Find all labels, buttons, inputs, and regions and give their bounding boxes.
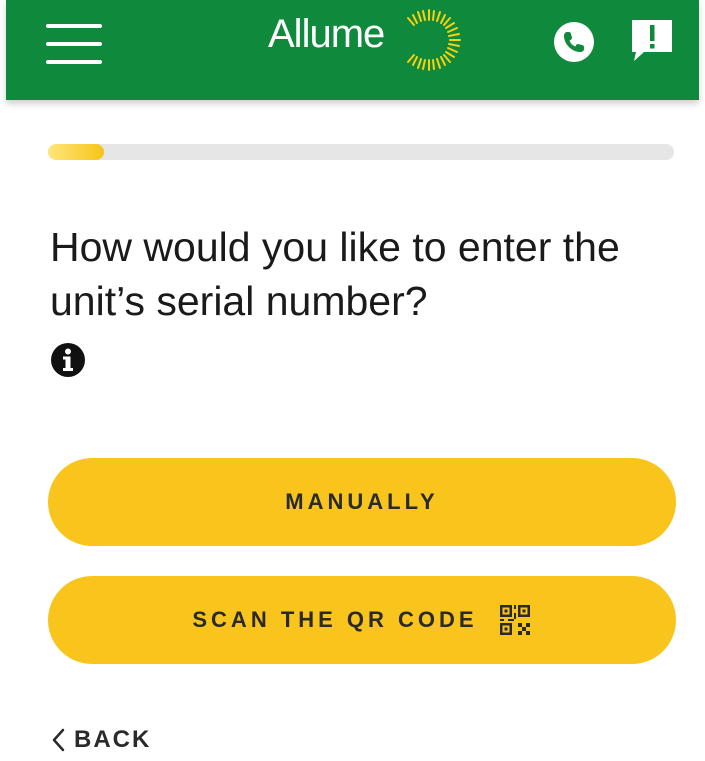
- scan-qr-button[interactable]: SCAN THE QR CODE: [48, 576, 676, 664]
- scan-qr-label: SCAN THE QR CODE: [192, 607, 478, 632]
- progress-fill: [48, 144, 105, 160]
- logo-text: Allume: [268, 12, 385, 56]
- logo: Allume: [268, 4, 468, 74]
- back-link[interactable]: BACK: [50, 726, 151, 754]
- manual-entry-label: MANUALLY: [285, 489, 439, 514]
- sun-icon: [407, 9, 461, 71]
- app-header: Allume: [6, 0, 699, 100]
- question-heading: How would you like to enter the unit’s s…: [50, 224, 620, 324]
- manual-entry-button[interactable]: MANUALLY: [48, 458, 676, 546]
- back-label: BACK: [74, 726, 152, 753]
- page: Allume How would you like to enter the u…: [0, 0, 705, 761]
- progress-bar: [48, 144, 674, 160]
- info-button[interactable]: [50, 342, 86, 378]
- chevron-left-icon: [52, 728, 65, 752]
- feedback-icon: [632, 20, 672, 61]
- call-button[interactable]: [552, 20, 596, 64]
- info-icon: [51, 343, 85, 377]
- feedback-button[interactable]: [628, 16, 676, 64]
- menu-button[interactable]: [46, 22, 102, 66]
- phone-icon: [554, 22, 594, 62]
- qr-code-icon: [499, 605, 530, 635]
